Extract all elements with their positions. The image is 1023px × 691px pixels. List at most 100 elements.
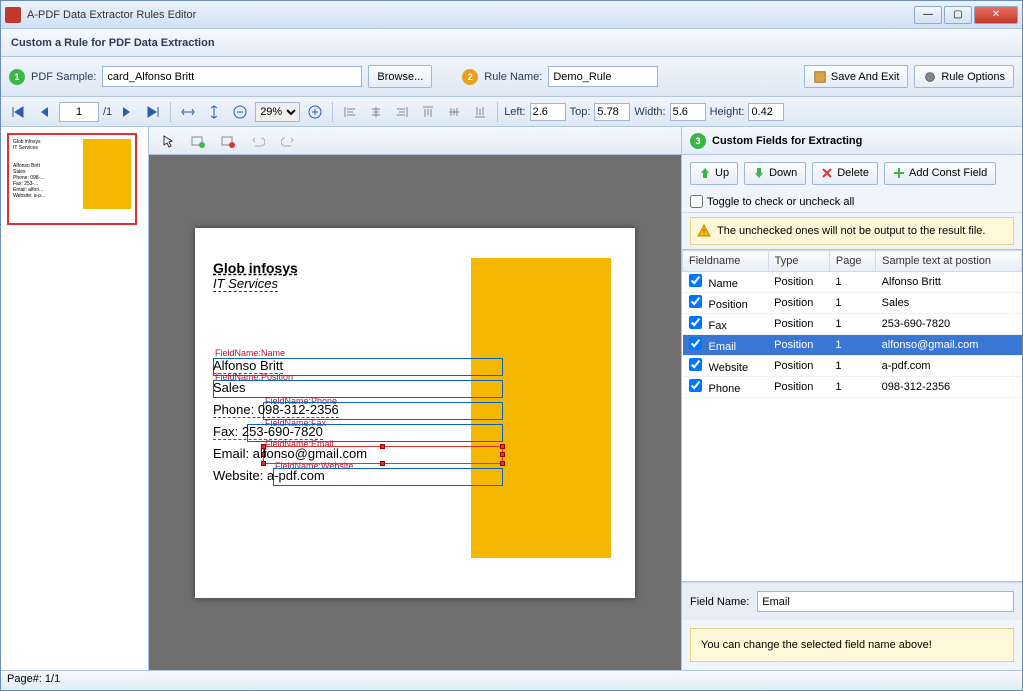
pdf-sample-input[interactable] [102,66,362,87]
warning-icon [697,224,711,238]
gear-icon [923,70,937,84]
tip-text: You can change the selected field name a… [701,639,932,651]
position-value: Sales [213,380,246,395]
width-input[interactable] [670,103,706,121]
browse-label: Browse... [377,71,423,83]
minimize-button[interactable]: — [914,6,942,24]
add-icon [893,167,905,179]
align-center-button[interactable] [365,101,387,123]
fieldbox-position[interactable] [213,380,503,398]
col-sample[interactable]: Sample text at postion [876,251,1022,272]
row-checkbox[interactable] [689,337,702,350]
add-const-field-button[interactable]: Add Const Field [884,162,996,185]
top-label: Top: [570,106,591,118]
redo-button[interactable] [277,130,299,152]
fields-panel-title: Custom Fields for Extracting [712,135,862,147]
page-thumbnail[interactable]: Glob infosysIT ServicesAlfonso BrittSale… [7,133,137,225]
window-title: A-PDF Data Extractor Rules Editor [27,9,914,21]
toggle-all-label: Toggle to check or uncheck all [707,196,854,208]
subtitle-text: Custom a Rule for PDF Data Extraction [11,37,215,49]
row-checkbox[interactable] [689,379,702,392]
pdf-canvas[interactable]: Glob infosys IT Services FieldName:Name … [149,155,681,670]
align-middle-button[interactable] [443,101,465,123]
undo-button[interactable] [247,130,269,152]
prev-page-button[interactable] [33,101,55,123]
field-name-input[interactable] [757,591,1014,612]
table-row[interactable]: PhonePosition1098-312-2356 [683,377,1022,398]
step-3-icon: 3 [690,133,706,149]
row-checkbox[interactable] [689,316,702,329]
status-text: Page#: 1/1 [7,673,60,685]
fit-height-button[interactable] [203,101,225,123]
subtitle-bar: Custom a Rule for PDF Data Extraction [1,29,1022,57]
thumb-image [83,139,131,209]
browse-button[interactable]: Browse... [368,65,432,88]
company-tagline: IT Services [213,276,278,292]
fit-width-button[interactable] [177,101,199,123]
align-top-button[interactable] [417,101,439,123]
thumbnail-panel: Glob infosysIT ServicesAlfonso BrittSale… [1,127,149,670]
row-checkbox[interactable] [689,274,702,287]
next-page-button[interactable] [116,101,138,123]
left-input[interactable] [530,103,566,121]
fields-panel: 3 Custom Fields for Extracting Up Down D… [682,127,1022,670]
save-and-exit-button[interactable]: Save And Exit [804,65,909,88]
close-button[interactable]: ✕ [974,6,1018,24]
table-row[interactable]: EmailPosition1alfonso@gmail.com [683,335,1022,356]
zoom-in-button[interactable] [304,101,326,123]
pdf-sample-label: PDF Sample: [31,71,96,83]
step-2-icon: 2 [462,69,478,85]
table-row[interactable]: NamePosition1Alfonso Britt [683,272,1022,293]
table-row[interactable]: FaxPosition1253-690-7820 [683,314,1022,335]
up-button[interactable]: Up [690,162,738,185]
delete-icon [821,167,833,179]
row-checkbox[interactable] [689,295,702,308]
phone-value: Phone: 098-312-2356 [213,402,339,418]
delete-field-tool[interactable] [217,130,239,152]
rule-options-label: Rule Options [941,71,1005,83]
fax-value: Fax: 253-690-7820 [213,424,323,440]
up-label: Up [715,167,729,179]
table-row[interactable]: WebsitePosition1a-pdf.com [683,356,1022,377]
first-page-button[interactable] [7,101,29,123]
titlebar: A-PDF Data Extractor Rules Editor — ▢ ✕ [1,1,1022,29]
align-bottom-button[interactable] [469,101,491,123]
table-row[interactable]: PositionPosition1Sales [683,293,1022,314]
rule-options-button[interactable]: Rule Options [914,65,1014,88]
config-row: 1 PDF Sample: Browse... 2 Rule Name: Sav… [1,57,1022,97]
align-right-button[interactable] [391,101,413,123]
zoom-select[interactable]: 29% [255,102,300,122]
top-input[interactable] [594,103,630,121]
tip-box: You can change the selected field name a… [690,628,1014,662]
maximize-button[interactable]: ▢ [944,6,972,24]
canvas-toolbar [149,127,681,155]
warning-text: The unchecked ones will not be output to… [717,225,985,237]
align-left-button[interactable] [339,101,361,123]
step-1-icon: 1 [9,69,25,85]
down-label: Down [769,167,797,179]
fieldlabel-name: FieldName:Name [215,348,285,358]
add-const-label: Add Const Field [909,167,987,179]
page-input[interactable] [59,102,99,122]
down-button[interactable]: Down [744,162,806,185]
page-total: /1 [103,106,112,118]
field-name-label: Field Name: [690,596,749,608]
row-checkbox[interactable] [689,358,702,371]
website-value: Website: a-pdf.com [213,468,325,483]
height-input[interactable] [748,103,784,121]
last-page-button[interactable] [142,101,164,123]
app-icon [5,7,21,23]
col-page[interactable]: Page [829,251,875,272]
zoom-out-button[interactable] [229,101,251,123]
pointer-tool[interactable] [157,130,179,152]
fields-table[interactable]: Fieldname Type Page Sample text at posti… [682,249,1022,582]
add-field-tool[interactable] [187,130,209,152]
down-arrow-icon [753,167,765,179]
delete-button[interactable]: Delete [812,162,878,185]
nav-toolbar: /1 29% Left: Top: Width: Height: [1,97,1022,127]
rule-name-input[interactable] [548,66,658,87]
toggle-all-checkbox[interactable] [690,195,703,208]
col-type[interactable]: Type [768,251,829,272]
delete-label: Delete [837,167,869,179]
col-fieldname[interactable]: Fieldname [683,251,769,272]
